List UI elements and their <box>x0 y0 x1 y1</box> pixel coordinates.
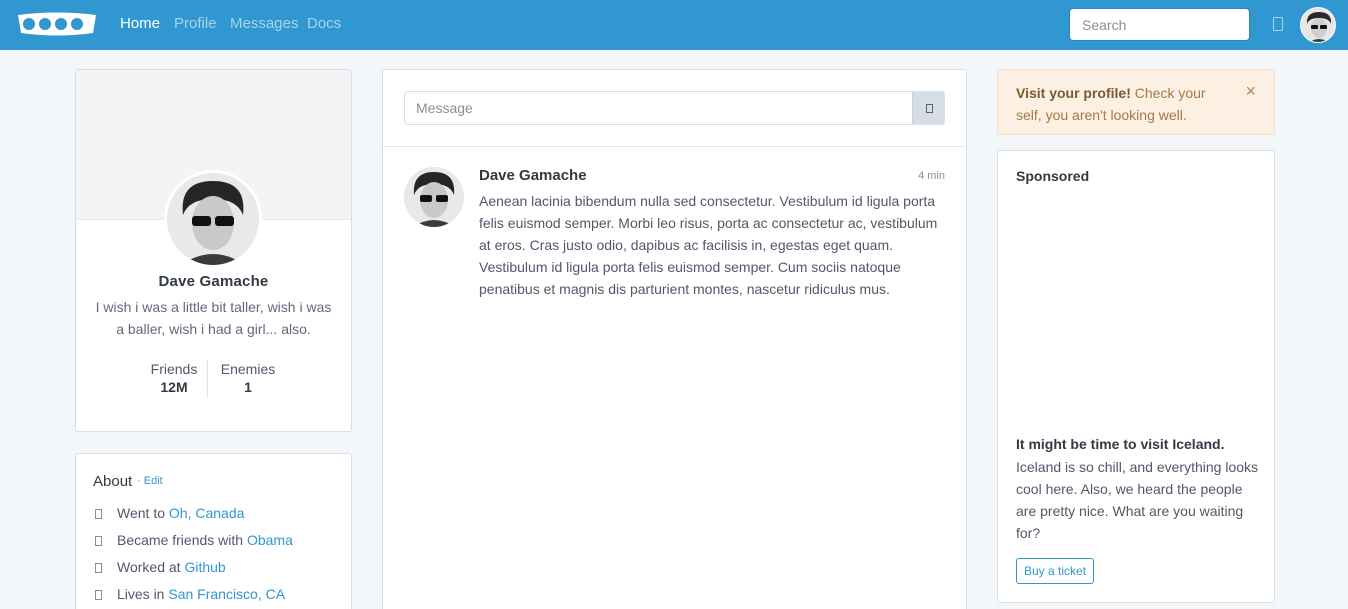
stat-label: Friends <box>150 361 198 377</box>
about-item-link[interactable]: Github <box>184 559 225 575</box>
about-item-text: Worked at <box>117 559 185 575</box>
about-item-text: Went to <box>117 505 169 521</box>
about-item: Went to Oh, Canada <box>93 505 244 521</box>
about-edit: · Edit <box>137 475 163 487</box>
buy-ticket-button[interactable]: Buy a ticket <box>1016 558 1095 584</box>
about-item-link[interactable]: Oh, Canada <box>169 505 245 521</box>
sponsored-title: Sponsored <box>1016 168 1090 184</box>
stat-value: 1 <box>244 379 252 395</box>
about-edit-link[interactable]: Edit <box>144 475 163 487</box>
post-time: 4 min <box>918 170 945 182</box>
about-item: Lives in San Francisco, CA <box>93 586 285 602</box>
nav-messages[interactable]: Messages <box>230 15 298 33</box>
message-input[interactable] <box>405 92 913 124</box>
stat-value: 12M <box>160 379 188 395</box>
about-item: Became friends with Obama <box>93 532 293 548</box>
about-separator: · <box>137 475 141 487</box>
briefcase-icon <box>95 563 102 573</box>
navbar: Home Profile Messages Docs <box>0 0 1348 50</box>
post-avatar[interactable] <box>404 167 464 227</box>
about-item-text: Lives in <box>117 586 169 602</box>
sponsored-card: Sponsored It might be time to visit Icel… <box>997 150 1275 603</box>
stat-enemies[interactable]: Enemies 1 <box>212 361 284 395</box>
about-item-link[interactable]: San Francisco, CA <box>168 586 285 602</box>
post-body: Aenean lacinia bibendum nulla sed consec… <box>479 193 938 297</box>
feed-divider <box>383 146 966 147</box>
profile-name: Dave Gamache <box>158 273 269 290</box>
search-input[interactable] <box>1069 8 1250 41</box>
about-card: About · Edit Went to Oh, Canada Became f… <box>75 453 352 609</box>
nav-home[interactable]: Home <box>120 15 160 33</box>
stat-friends[interactable]: Friends 12M <box>136 361 212 395</box>
close-icon[interactable]: × <box>1245 80 1256 102</box>
sponsored-text: Iceland is so chill, and everything look… <box>1016 459 1259 541</box>
camera-button[interactable] <box>912 92 944 124</box>
stat-divider <box>207 360 208 398</box>
nav-profile[interactable]: Profile <box>174 15 217 33</box>
feed-card: Dave Gamache 4 min Aenean lacinia bibend… <box>382 69 967 609</box>
message-composer <box>404 91 945 125</box>
about-item-text: Became friends with <box>117 532 247 548</box>
profile-avatar[interactable] <box>164 170 262 268</box>
bell-icon[interactable] <box>1273 17 1283 31</box>
about-item: Worked at Github <box>93 559 226 575</box>
profile-bio: I wish i was a little bit taller, wish i… <box>95 299 332 337</box>
brand-logo-icon[interactable] <box>15 11 99 37</box>
sponsored-image <box>1016 197 1256 427</box>
camera-icon <box>926 104 933 113</box>
nav-docs[interactable]: Docs <box>307 15 341 33</box>
education-icon <box>95 509 102 519</box>
alert-strong[interactable]: Visit your profile! <box>1016 85 1131 101</box>
about-item-link[interactable]: Obama <box>247 532 293 548</box>
sponsored-heading: It might be time to visit Iceland. <box>1016 436 1225 452</box>
users-icon <box>95 536 102 546</box>
profile-card: Dave Gamache I wish i was a little bit t… <box>75 69 352 432</box>
stat-label: Enemies <box>220 361 276 377</box>
home-icon <box>95 590 102 600</box>
post-author[interactable]: Dave Gamache <box>479 167 587 184</box>
profile-alert: Visit your profile! Check your self, you… <box>997 69 1275 135</box>
about-title: About <box>93 473 133 490</box>
user-avatar[interactable] <box>1300 7 1336 43</box>
